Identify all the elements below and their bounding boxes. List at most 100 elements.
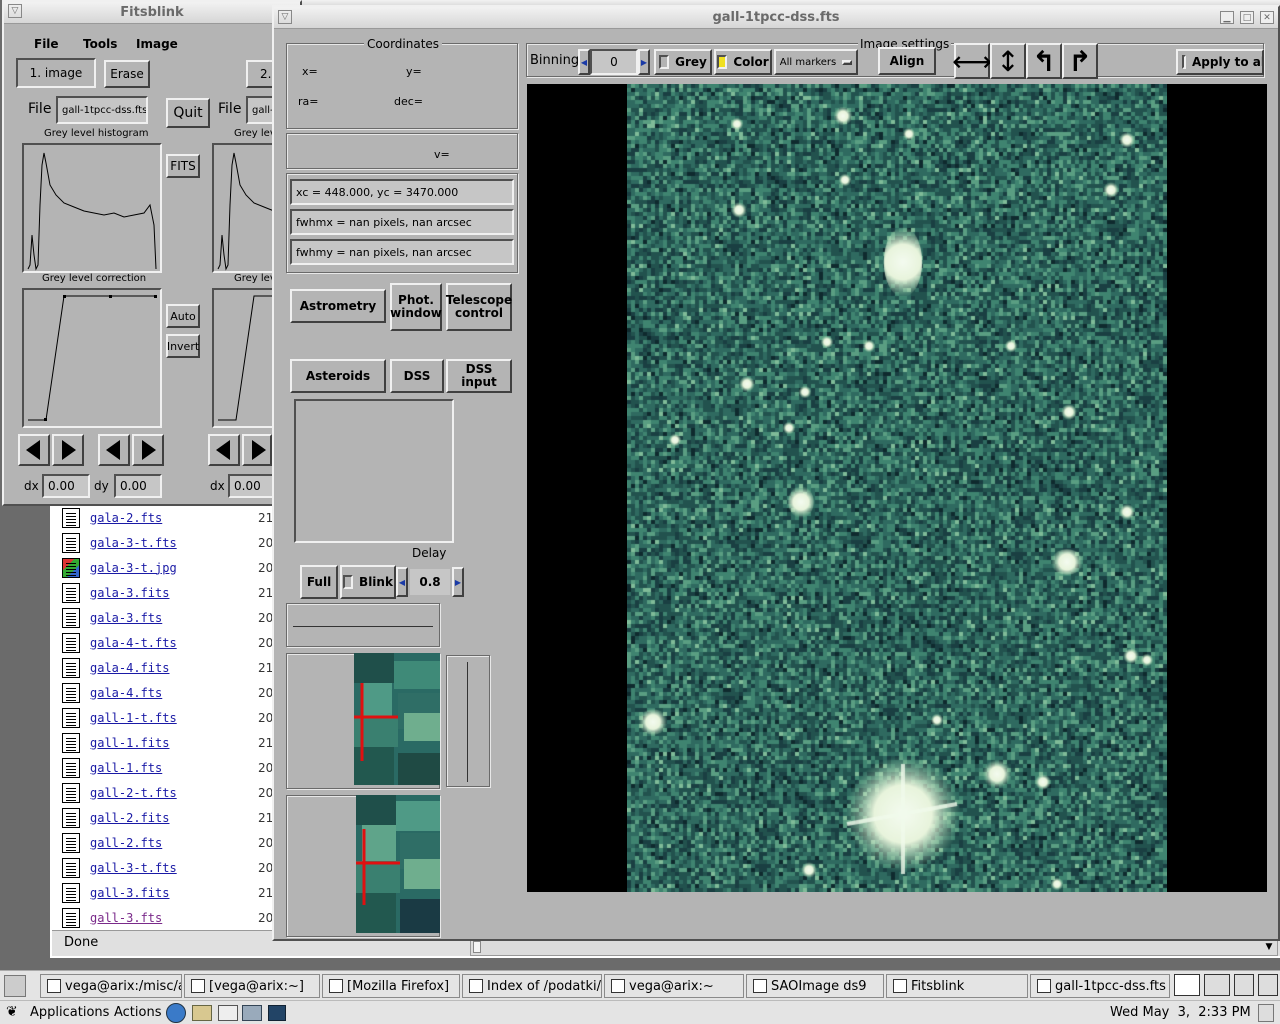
star-field-image[interactable]: [627, 84, 1167, 892]
dy-field[interactable]: 0.00: [114, 474, 162, 498]
taskbar-item[interactable]: Index of /podatki/20: [462, 974, 602, 998]
browser-launcher-icon[interactable]: [166, 1003, 186, 1023]
mail-launcher-icon[interactable]: [192, 1005, 212, 1021]
file-link[interactable]: gala-4.fts: [90, 686, 162, 700]
binning-decrease-button[interactable]: ◀: [578, 49, 590, 75]
color-radio[interactable]: [717, 55, 728, 69]
blink-button[interactable]: Blink: [340, 565, 396, 599]
list-item[interactable]: gall-3.fits 21: [62, 880, 273, 905]
clock[interactable]: Wed May 3, 2:33 PM: [1110, 1005, 1251, 1020]
prev-arrow-button-3[interactable]: [208, 434, 240, 466]
file-link[interactable]: gall-2.fts: [90, 836, 162, 850]
erase-button[interactable]: Erase: [104, 60, 150, 88]
file-link[interactable]: gall-2-t.fts: [90, 786, 177, 800]
desktop-icon[interactable]: [4, 975, 26, 997]
prev-arrow-button-2[interactable]: [98, 434, 130, 466]
workspace-3[interactable]: [1234, 974, 1254, 996]
delay-field[interactable]: 0.8: [408, 567, 452, 597]
lock-icon[interactable]: [1258, 1004, 1274, 1022]
prev-arrow-button[interactable]: [18, 434, 50, 466]
taskbar-item[interactable]: gall-1tpcc-dss.fts: [1030, 974, 1170, 998]
blink-checkbox[interactable]: [343, 575, 354, 589]
list-item[interactable]: gala-4.fits 21: [62, 655, 273, 680]
taskbar-item[interactable]: [Mozilla Firefox]: [322, 974, 460, 998]
align-button[interactable]: Align: [878, 47, 936, 75]
file-link[interactable]: gall-1.fits: [90, 736, 169, 750]
workspace-switcher[interactable]: [1172, 974, 1280, 998]
list-item[interactable]: gall-2.fits 21: [62, 805, 273, 830]
telescope-control-button[interactable]: Telescope control: [446, 283, 512, 331]
image-canvas[interactable]: [527, 84, 1267, 892]
gnome-foot-icon[interactable]: ❦: [6, 1004, 22, 1020]
binning-increase-button[interactable]: ▶: [638, 49, 650, 75]
list-item[interactable]: gall-1.fts 20: [62, 755, 273, 780]
list-item[interactable]: gala-4.fts 20: [62, 680, 273, 705]
grey-radio[interactable]: [659, 55, 670, 69]
list-item[interactable]: gall-3-t.fts 20: [62, 855, 273, 880]
list-item[interactable]: gala-3-t.fts 20: [62, 530, 273, 555]
file-link[interactable]: gall-1.fts: [90, 761, 162, 775]
taskbar-item[interactable]: [vega@arix:~]: [184, 974, 320, 998]
file-field[interactable]: gall-1tpcc-dss.fts: [56, 96, 148, 124]
invert-button[interactable]: Invert: [166, 334, 200, 358]
file-link[interactable]: gala-4.fits: [90, 661, 169, 675]
menu-file[interactable]: File: [34, 37, 59, 51]
rotate-left-button[interactable]: ↰: [1026, 43, 1062, 79]
dx-field-2[interactable]: 0.00: [228, 474, 276, 498]
image1-button[interactable]: 1. image: [16, 58, 96, 88]
flip-vertical-button[interactable]: ↕: [990, 43, 1026, 79]
file-link[interactable]: gala-4-t.fts: [90, 636, 177, 650]
full-button[interactable]: Full: [300, 565, 338, 599]
list-item[interactable]: gall-1.fits 21: [62, 730, 273, 755]
minimize-icon[interactable]: ▁: [1220, 11, 1234, 24]
file-link[interactable]: gala-3.fits: [90, 586, 169, 600]
asteroids-button[interactable]: Asteroids: [290, 359, 386, 393]
workspace-2[interactable]: [1204, 974, 1230, 996]
file-link[interactable]: gala-3-t.fts: [90, 536, 177, 550]
flip-horizontal-button[interactable]: ⟷: [952, 43, 992, 79]
maximize-icon[interactable]: □: [1240, 11, 1254, 24]
phot-window-button[interactable]: Phot. window: [390, 283, 442, 331]
dss-input-button[interactable]: DSS input: [446, 359, 512, 393]
fits-button[interactable]: FITS: [166, 154, 200, 178]
taskbar-item[interactable]: vega@arix:/misc/as: [40, 974, 182, 998]
taskbar-item[interactable]: SAOImage ds9: [746, 974, 884, 998]
list-item[interactable]: gall-3.fts 20: [62, 905, 273, 930]
terminal-launcher-icon[interactable]: [268, 1005, 286, 1021]
list-item[interactable]: gall-2.fts 20: [62, 830, 273, 855]
file-link[interactable]: gall-3-t.fts: [90, 861, 177, 875]
file-link[interactable]: gall-3.fits: [90, 886, 169, 900]
file-link[interactable]: gall-3.fts: [90, 911, 162, 925]
window-menu-icon[interactable]: ▽: [278, 10, 292, 24]
file-link[interactable]: gala-3.fts: [90, 611, 162, 625]
image-titlebar[interactable]: ▽ gall-1tpcc-dss.fts ▁ □ ✕: [274, 7, 1278, 29]
list-item[interactable]: gala-3.fts 20: [62, 605, 273, 630]
list-item[interactable]: gala-3.fits 21: [62, 580, 273, 605]
delay-decrease-button[interactable]: ◀: [396, 567, 408, 597]
binning-field[interactable]: 0: [590, 49, 638, 75]
markers-dropdown[interactable]: All markers: [774, 49, 858, 75]
editor-launcher-icon[interactable]: [218, 1005, 238, 1021]
menu-tools[interactable]: Tools: [83, 37, 117, 51]
list-item[interactable]: gall-2-t.fts 20: [62, 780, 273, 805]
quit-button[interactable]: Quit: [166, 98, 210, 128]
file-link[interactable]: gala-2.fts: [90, 511, 162, 525]
list-item[interactable]: gala-3-t.jpg 20: [62, 555, 273, 580]
close-icon[interactable]: ✕: [1260, 11, 1274, 24]
rotate-right-button[interactable]: ↱: [1062, 43, 1098, 79]
astrometry-button[interactable]: Astrometry: [290, 289, 386, 323]
apply-to-all-button[interactable]: Apply to all: [1176, 49, 1264, 75]
taskbar-item[interactable]: Fitsblink: [886, 974, 1028, 998]
dx-field[interactable]: 0.00: [42, 474, 90, 498]
fitsblink-titlebar[interactable]: ▽ Fitsblink: [4, 2, 300, 24]
list-item[interactable]: gala-4-t.fts 20: [62, 630, 273, 655]
menu-image[interactable]: Image: [136, 37, 178, 51]
file-link[interactable]: gall-1-t.fts: [90, 711, 177, 725]
hscroll-thumb[interactable]: [473, 941, 481, 953]
applications-menu[interactable]: Applications: [30, 1005, 109, 1020]
delay-increase-button[interactable]: ▶: [452, 567, 464, 597]
taskbar-item[interactable]: vega@arix:~: [604, 974, 744, 998]
list-item[interactable]: gala-2.fts 21: [62, 505, 273, 530]
dss-button[interactable]: DSS: [390, 359, 444, 393]
apply-checkbox[interactable]: [1182, 55, 1186, 69]
